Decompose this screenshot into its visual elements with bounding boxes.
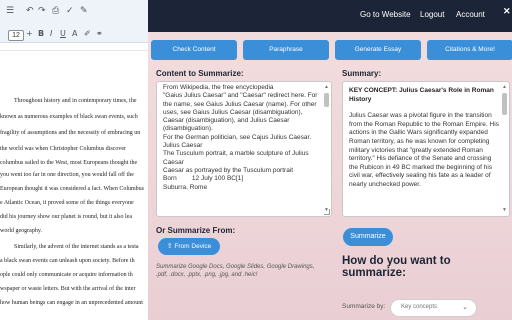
document-line: world geography. <box>0 228 42 234</box>
summary-body: Julius Caesar was a pivotal figure in th… <box>349 112 499 188</box>
summary-text: KEY CONCEPT: Julius Caesar's Role in Rom… <box>349 87 499 190</box>
document-ruler <box>0 44 148 51</box>
text-color-icon[interactable]: A <box>72 29 77 38</box>
document-line: how human beings can engage in an unprec… <box>0 300 143 306</box>
close-icon[interactable]: ✕ <box>503 6 511 17</box>
from-device-button[interactable]: ⇪ From Device <box>158 238 220 255</box>
content-scrollbar[interactable]: ▲ ▼ <box>324 85 329 213</box>
summarizer-panel: Go to Website Logout Account ✕ Check Con… <box>148 0 512 320</box>
summary-output[interactable]: KEY CONCEPT: Julius Caesar's Role in Rom… <box>342 81 510 217</box>
document-line: European thought it was considered a fac… <box>0 186 145 192</box>
document-line: e Atlantic Ocean, it proved some of the … <box>0 200 134 206</box>
underline-icon[interactable]: U <box>60 29 66 38</box>
document-line: the world was when Christopher Columbus … <box>0 146 126 152</box>
how-to-summarize-heading: How do you want to summarize: <box>342 255 451 279</box>
tab-check-content[interactable]: Check Content <box>151 40 237 60</box>
document-toolbar: ☰ ↶ ↷ ⎙ ✓ ✎ 12 + B I U A ✐ ⚭ <box>0 0 148 43</box>
undo-icon[interactable]: ↶ <box>26 6 34 16</box>
highlight-icon[interactable]: ✐ <box>84 29 91 38</box>
go-to-website-link[interactable]: Go to Website <box>360 10 411 19</box>
menu-icon[interactable]: ☰ <box>6 6 14 16</box>
redo-icon[interactable]: ↷ <box>38 6 46 16</box>
scroll-thumb[interactable] <box>324 93 329 107</box>
tab-citations[interactable]: Citations & More! <box>427 40 512 60</box>
paint-format-icon[interactable]: ✎ <box>80 6 88 16</box>
document-line: fragility of assumptions and the necessi… <box>0 130 141 136</box>
or-summarize-from-label: Or Summarize From: <box>156 226 236 235</box>
document-line: known as numerous examples of black swan… <box>0 114 138 120</box>
summarize-by-value: Key concepts <box>401 304 438 310</box>
font-size-field[interactable]: 12 <box>8 30 24 41</box>
document-line: did his journey show our planet is round… <box>0 214 132 220</box>
tab-generate-essay[interactable]: Generate Essay <box>335 40 421 60</box>
spellcheck-icon[interactable]: ✓ <box>66 6 74 16</box>
summarize-by-select[interactable]: Key concepts ⌄ <box>390 299 477 317</box>
summarize-button[interactable]: Summarize <box>343 228 393 246</box>
increase-font-icon[interactable]: + <box>26 29 33 38</box>
document-line: ople could only communicate or acquire i… <box>0 272 133 278</box>
upload-icon: ⇪ <box>166 243 173 250</box>
from-device-label: From Device <box>174 243 212 250</box>
document-line: you went too far in one direction, you w… <box>0 172 134 178</box>
print-icon[interactable]: ⎙ <box>52 6 59 16</box>
chevron-down-icon: ⌄ <box>462 304 468 311</box>
content-to-summarize-label: Content to Summarize: <box>156 69 244 78</box>
document-line: wspaper or waste letters. But with the a… <box>0 286 136 292</box>
top-nav-bar: Go to Website Logout Account ✕ <box>148 0 512 32</box>
resize-grip-icon[interactable] <box>324 209 330 215</box>
background-document: ☰ ↶ ↷ ⎙ ✓ ✎ 12 + B I U A ✐ ⚭ Throughout … <box>0 0 148 320</box>
summary-label: Summary: <box>342 69 382 78</box>
document-line: Similarly, the advent of the internet st… <box>14 244 139 250</box>
link-icon[interactable]: ⚭ <box>96 29 103 38</box>
content-input-text: From Wikipedia, the free encyclopedia "G… <box>163 84 318 191</box>
summary-scrollbar[interactable]: ▲ ▼ <box>502 85 507 213</box>
account-link[interactable]: Account <box>456 10 485 19</box>
scroll-thumb[interactable] <box>502 93 507 115</box>
summarize-by-label: Summarize by: <box>342 303 386 310</box>
supported-formats-hint: Summarize Google Docs, Google Slides, Go… <box>156 264 315 278</box>
tab-paraphrase[interactable]: Paraphrase <box>243 40 329 60</box>
italic-icon[interactable]: I <box>50 29 52 38</box>
scroll-down-icon[interactable]: ▼ <box>502 208 507 213</box>
document-line: columbus sailed to the West, most Europe… <box>0 160 138 166</box>
key-concept-heading: KEY CONCEPT: Julius Caesar's Role in Rom… <box>349 87 494 103</box>
document-line: Throughout history and in contemporary t… <box>14 98 137 104</box>
scroll-up-icon[interactable]: ▲ <box>324 85 329 90</box>
scroll-up-icon[interactable]: ▲ <box>502 85 507 90</box>
document-line: a black swan events can unleash upon soc… <box>0 258 135 264</box>
bold-icon[interactable]: B <box>38 29 44 38</box>
content-input[interactable]: From Wikipedia, the free encyclopedia "G… <box>156 81 332 217</box>
logout-link[interactable]: Logout <box>420 10 444 19</box>
